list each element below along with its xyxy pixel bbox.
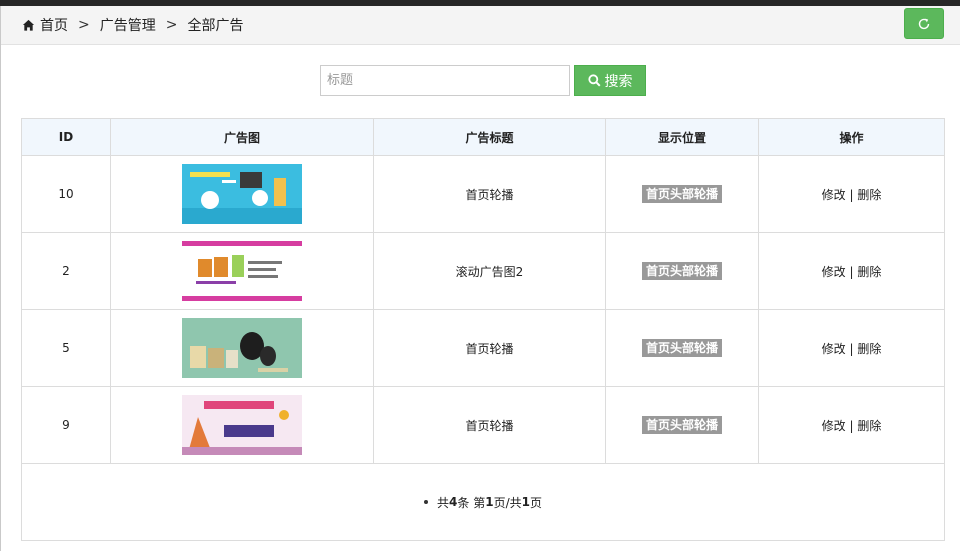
action-separator: | [849, 187, 854, 202]
breadcrumb: 首页 > 广告管理 > 全部广告 [22, 16, 243, 34]
position-badge: 首页头部轮播 [641, 185, 722, 203]
position-badge: 首页头部轮播 [641, 339, 722, 357]
position-badge: 首页头部轮播 [641, 416, 722, 434]
table-row: 5 首页轮播 首页头部轮播 修改 | 删除 [21, 309, 945, 387]
page-header: 首页 > 广告管理 > 全部广告 [1, 6, 960, 45]
search-icon [587, 74, 601, 87]
edit-link[interactable]: 修改 [822, 342, 846, 356]
pagination-row: 共4条 第 1 页/共 1 页 [21, 463, 945, 541]
table-row: 10 首页轮播 首页头部轮播 修改 | 删除 [21, 155, 945, 233]
cell-position: 首页头部轮播 [605, 155, 759, 233]
edit-link[interactable]: 修改 [822, 265, 846, 279]
column-header-image: 广告图 [110, 118, 374, 156]
column-header-position: 显示位置 [605, 118, 759, 156]
cell-image [110, 386, 374, 464]
home-icon [22, 19, 35, 31]
edit-link[interactable]: 修改 [822, 188, 846, 202]
cell-actions: 修改 | 删除 [758, 232, 945, 310]
cell-image [110, 155, 374, 233]
cell-image [110, 232, 374, 310]
bullet-icon [424, 500, 428, 505]
current-page: 1 [485, 495, 494, 510]
cell-image [110, 309, 374, 387]
breadcrumb-home[interactable]: 首页 [40, 15, 68, 35]
cell-actions: 修改 | 删除 [758, 309, 945, 387]
ads-table: ID 广告图 广告标题 显示位置 操作 10 首页轮播 首页头部轮播 修改 | … [21, 118, 945, 541]
pagination-mid1: 条 第 [457, 495, 486, 510]
delete-link[interactable]: 删除 [857, 419, 881, 433]
cell-position: 首页头部轮播 [605, 309, 759, 387]
ad-thumbnail-image[interactable] [182, 241, 302, 301]
ad-thumbnail-image[interactable] [182, 164, 302, 224]
column-header-id: ID [21, 118, 111, 156]
pagination-prefix: 共 [437, 495, 450, 510]
ad-thumbnail-image[interactable] [182, 318, 302, 378]
cell-title: 首页轮播 [373, 386, 606, 464]
edit-link[interactable]: 修改 [822, 419, 846, 433]
cell-id: 10 [21, 155, 111, 233]
cell-id: 5 [21, 309, 111, 387]
delete-link[interactable]: 删除 [857, 188, 881, 202]
position-badge: 首页头部轮播 [641, 262, 722, 280]
pagination: 共4条 第 1 页/共 1 页 [424, 494, 542, 511]
breadcrumb-ad-management[interactable]: 广告管理 [100, 15, 156, 35]
search-button[interactable]: 搜索 [574, 65, 646, 96]
search-button-label: 搜索 [604, 73, 633, 90]
pagination-suffix: 页 [529, 495, 542, 510]
pagination-mid2: 页/共 [493, 495, 522, 510]
cell-position: 首页头部轮播 [605, 232, 759, 310]
action-separator: | [849, 264, 854, 279]
ad-thumbnail-image[interactable] [182, 395, 302, 455]
column-header-actions: 操作 [758, 118, 945, 156]
search-input[interactable] [320, 65, 570, 96]
total-pages: 1 [521, 495, 530, 510]
delete-link[interactable]: 删除 [857, 265, 881, 279]
cell-actions: 修改 | 删除 [758, 155, 945, 233]
cell-actions: 修改 | 删除 [758, 386, 945, 464]
cell-title: 首页轮播 [373, 309, 606, 387]
left-border [0, 6, 1, 551]
delete-link[interactable]: 删除 [857, 342, 881, 356]
cell-id: 2 [21, 232, 111, 310]
pagination-cell: 共4条 第 1 页/共 1 页 [21, 463, 945, 541]
action-separator: | [849, 418, 854, 433]
refresh-icon [918, 18, 930, 29]
cell-title: 首页轮播 [373, 155, 606, 233]
action-separator: | [849, 341, 854, 356]
cell-position: 首页头部轮播 [605, 386, 759, 464]
table-row: 9 首页轮播 首页头部轮播 修改 | 删除 [21, 386, 945, 464]
table-row: 2 滚动广告图2 首页头部轮播 修改 | 删除 [21, 232, 945, 310]
breadcrumb-separator: > [78, 17, 90, 33]
breadcrumb-all-ads: 全部广告 [187, 18, 244, 34]
pagination-summary: 共4条 第 1 页/共 1 页 [424, 494, 542, 511]
table-header-row: ID 广告图 广告标题 显示位置 操作 [21, 118, 945, 156]
column-header-title: 广告标题 [373, 118, 606, 156]
total-count: 4 [449, 495, 458, 510]
refresh-button[interactable] [904, 8, 944, 39]
cell-title: 滚动广告图2 [373, 232, 606, 310]
cell-id: 9 [21, 386, 111, 464]
breadcrumb-separator: > [165, 17, 178, 33]
